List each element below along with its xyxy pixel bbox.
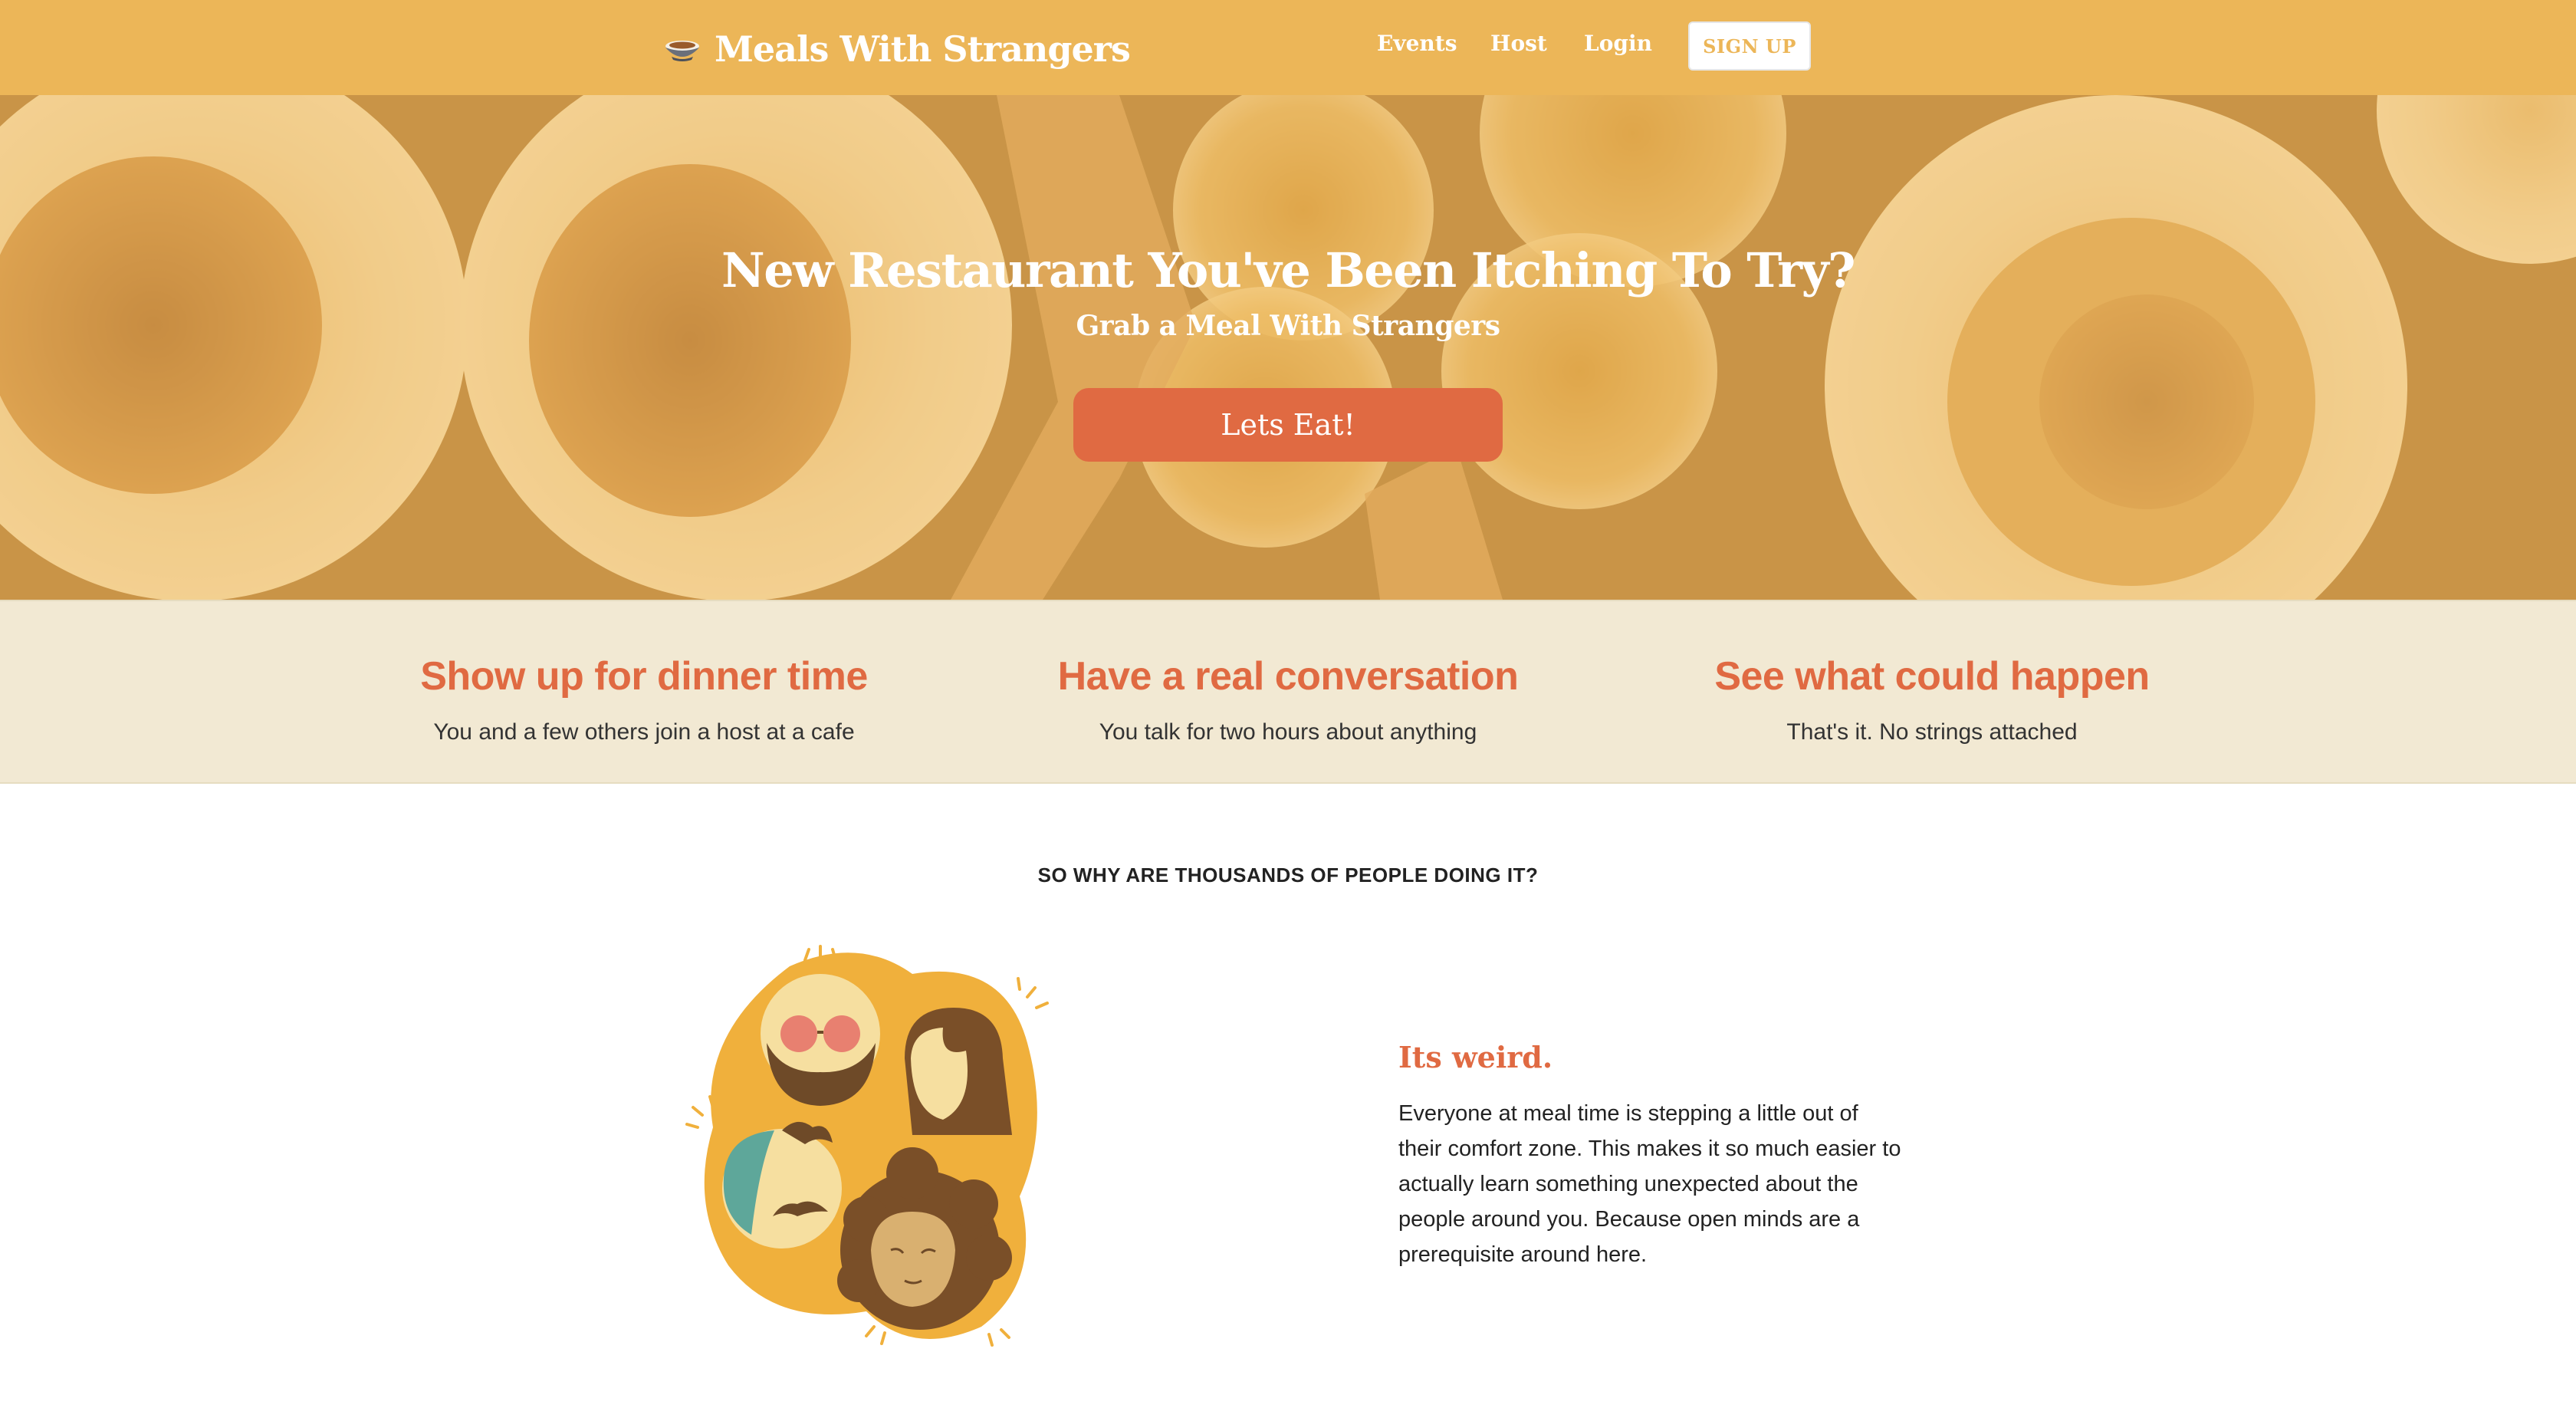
why-heading: SO WHY ARE THOUSANDS OF PEOPLE DOING IT? [1037, 864, 1539, 887]
feature-text: You talk for two hours about anything [1099, 719, 1477, 745]
feature-text: That's it. No strings attached [1786, 719, 2078, 745]
hero-overlay [0, 95, 2576, 600]
brand-name: Meals With Strangers [715, 28, 1131, 70]
why-text-block: Its weird. Everyone at meal time is step… [1398, 1040, 1904, 1272]
features-section: Show up for dinner time You and a few ot… [0, 600, 2576, 784]
feature-text: You and a few others join a host at a ca… [433, 719, 855, 745]
nav-link-login[interactable]: Login [1584, 31, 1652, 56]
feature-title: Show up for dinner time [420, 654, 868, 699]
feature-card: Show up for dinner time You and a few ot… [299, 653, 989, 745]
navbar: Meals With Strangers Events Host Login S… [0, 0, 2576, 95]
brand-logo[interactable]: Meals With Strangers [662, 23, 1131, 75]
feature-card: Have a real conversation You talk for tw… [943, 653, 1633, 745]
hero-section: New Restaurant You've Been Itching To Tr… [0, 95, 2576, 600]
nav-link-host[interactable]: Host [1490, 31, 1547, 56]
lets-eat-button[interactable]: Lets Eat! [1073, 388, 1503, 462]
people-faces-illustration [685, 945, 1049, 1347]
bowl-icon [665, 41, 699, 61]
feature-card: See what could happen That's it. No stri… [1587, 653, 2277, 745]
why-title: Its weird. [1398, 1040, 1553, 1074]
signup-button[interactable]: SIGN UP [1688, 21, 1811, 71]
feature-title: Have a real conversation [1057, 654, 1519, 699]
nav-link-events[interactable]: Events [1377, 31, 1457, 56]
hero-title: New Restaurant You've Been Itching To Tr… [721, 242, 1855, 298]
hero-subtitle: Grab a Meal With Strangers [1076, 310, 1500, 342]
feature-title: See what could happen [1714, 654, 2150, 699]
why-body: Everyone at meal time is stepping a litt… [1398, 1101, 1901, 1267]
